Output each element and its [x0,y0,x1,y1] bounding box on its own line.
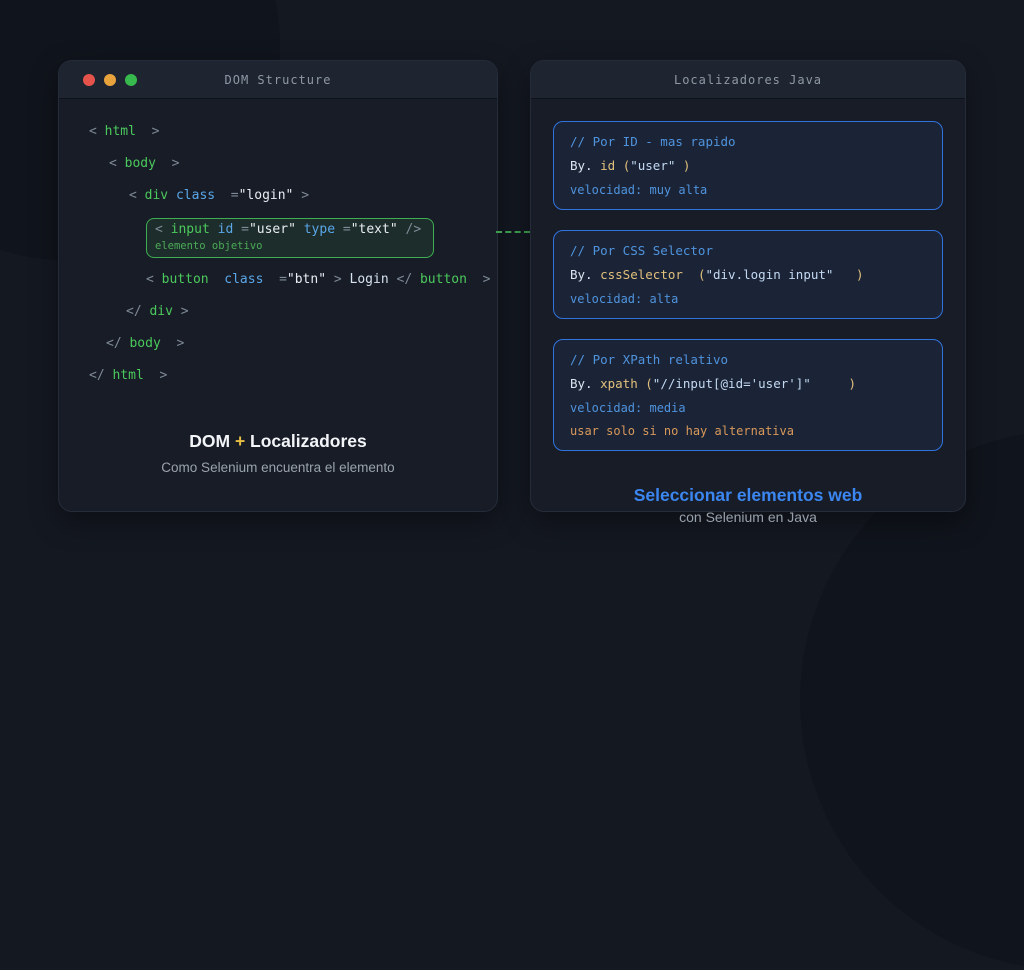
right-footer-title: Seleccionar elementos web [633,485,863,505]
java-window-titlebar: Localizadores Java [531,61,965,99]
minimize-button[interactable] [104,73,116,86]
dom-code-block: < html > < body > < div class ="login" >… [59,99,497,386]
left-footer-subtitle: Como Selenium encuentra el elemento [161,460,395,475]
card-code: By. xpath ("//input[@id='user']" ) [570,376,856,391]
code-line-body-close: </ body > [106,336,185,351]
maximize-button[interactable] [125,73,137,86]
traffic-lights [83,73,137,86]
right-panel-footer: Seleccionar elementos web [531,483,965,507]
code-line-html-open: < html > [89,124,160,139]
dom-window-title: DOM Structure [224,72,332,87]
card-comment: // Por CSS Selector [570,243,713,258]
locator-cards: // Por ID - mas rapido By. id ("user" ) … [531,99,965,451]
code-line-html-close: </ html > [89,368,168,383]
code-line-div-close: </ div > [126,304,189,319]
card-code: By. id ("user" ) [570,158,691,173]
dom-structure-window: DOM Structure < html > < body > < div cl… [58,60,498,512]
card-speed: velocidad: muy alta [570,183,708,197]
target-element-highlight: < input id ="user" type ="text" /> eleme… [146,218,435,258]
card-code: By. cssSelector ("div.login input" ) [570,267,864,282]
dom-window-titlebar: DOM Structure [59,61,497,99]
code-line-input: < input id ="user" type ="text" /> [155,222,422,237]
java-window-title: Localizadores Java [673,72,823,87]
right-footer-subtitle: con Selenium en Java [679,509,817,525]
locator-card-by-css: // Por CSS Selector By. cssSelector ("di… [553,230,943,319]
left-panel-footer: DOM + Localizadores Como Selenium encuen… [59,429,497,478]
card-comment: // Por XPath relativo [570,352,729,367]
card-speed: velocidad: media [570,401,686,415]
card-warning: usar solo si no hay alternativa [570,424,794,438]
locator-card-by-id: // Por ID - mas rapido By. id ("user" ) … [553,121,943,210]
locator-card-by-xpath: // Por XPath relativo By. xpath ("//inpu… [553,339,943,451]
close-button[interactable] [83,73,95,86]
card-comment: // Por ID - mas rapido [570,134,736,149]
connector-dashed-line [496,231,530,233]
card-speed: velocidad: alta [570,292,679,306]
code-line-body-open: < body > [109,156,180,171]
target-element-label: elemento objetivo [155,240,263,252]
code-line-div-open: < div class ="login" > [129,188,310,203]
java-locators-window: Localizadores Java // Por ID - mas rapid… [530,60,966,512]
left-footer-title: DOM + Localizadores [189,431,367,451]
code-line-button: < button class ="btn" > Login </ button … [146,272,491,287]
